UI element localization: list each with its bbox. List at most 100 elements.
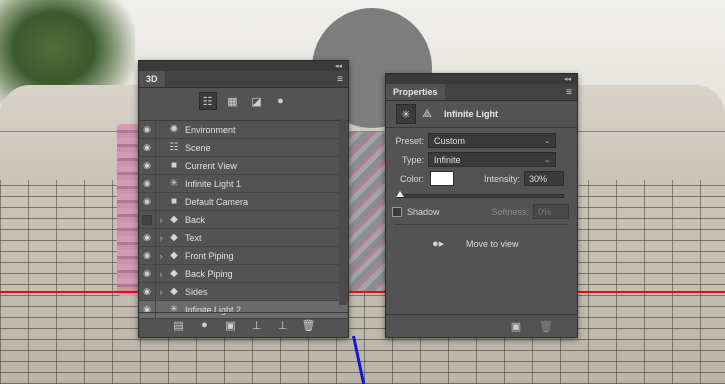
visibility-eye-icon[interactable]: ◉ — [139, 265, 156, 282]
render-icon[interactable]: ▤ — [172, 319, 186, 332]
intensity-label: Intensity: — [484, 173, 521, 184]
chevron-right-icon[interactable]: › — [156, 215, 166, 225]
slider-thumb[interactable] — [396, 191, 404, 197]
layer-name: Current View — [185, 160, 237, 171]
layer-row[interactable]: ◉ › ◆ Text — [139, 229, 348, 247]
mesh-filter-icon[interactable]: ▦ — [225, 93, 241, 109]
panel-tabbar: Properties ≡ — [386, 84, 577, 101]
move-to-ground-icon[interactable]: ⊥ — [250, 319, 264, 332]
intensity-slider[interactable] — [396, 191, 564, 198]
shadow-checkbox[interactable] — [392, 206, 402, 217]
chevron-right-icon[interactable]: › — [156, 287, 166, 297]
visibility-eye-icon[interactable]: ◉ — [139, 283, 156, 300]
chevron-right-icon[interactable]: › — [156, 233, 166, 243]
new-mesh-icon[interactable]: ▣ — [224, 319, 238, 332]
3d-letter-object[interactable] — [344, 132, 386, 292]
tab-3d[interactable]: 3D — [139, 71, 165, 87]
collapse-icon[interactable]: ◂◂ — [335, 62, 342, 70]
visibility-eye-icon[interactable]: ◉ — [139, 193, 156, 210]
color-intensity-row: Color: Intensity: 30% — [386, 170, 577, 187]
layer-name: Default Camera — [185, 196, 249, 207]
layer-name: Text — [185, 232, 202, 243]
panel-title-strip[interactable]: ◂◂ — [139, 61, 348, 71]
collapse-icon[interactable]: ◂◂ — [564, 75, 571, 83]
3d-layer-list: ◉ ✺ Environment ◉ ☷ Scene ◉ ■ Current View ◉ ✳ Infi… — [139, 120, 348, 319]
x-axis-line — [0, 291, 725, 293]
3d-panel: ◂◂ 3D ≡ ☷ ▦ ◪ ● ◉ ✺ Environment ◉ ☷ Scene ◉ ■ Curre… — [138, 60, 349, 338]
coordinates-icon[interactable]: ⟁ — [418, 105, 436, 123]
render-icon[interactable]: ▣ — [509, 320, 523, 333]
layer-row[interactable]: ◉ ✺ Environment — [139, 121, 348, 139]
divider — [394, 224, 569, 225]
layer-row[interactable]: ◉ ✳ Infinite Light 1 — [139, 175, 348, 193]
move-to-view-icon[interactable]: ●▸ — [432, 237, 454, 250]
light-filter-icon[interactable]: ● — [273, 93, 289, 109]
layer-row[interactable]: ◉ ■ Default Camera — [139, 193, 348, 211]
scene-icon: ☷ — [169, 142, 179, 153]
layer-row[interactable]: › ◆ Back — [139, 211, 348, 229]
properties-header: ✳ ⟁ Infinite Light — [386, 101, 577, 128]
panel-tabbar: 3D ≡ — [139, 71, 348, 88]
layer-name: Back Piping — [185, 268, 233, 279]
mesh-icon: ◆ — [170, 250, 178, 261]
trash-icon[interactable]: 🗑 — [539, 320, 553, 333]
move-to-view-row[interactable]: ●▸ Move to view — [386, 237, 577, 250]
type-row: Type: Infinite ⌄ — [386, 151, 577, 168]
panel-menu-icon[interactable]: ≡ — [561, 84, 577, 100]
scrollbar[interactable] — [339, 119, 347, 305]
infinite-light-icon: ✳ — [169, 178, 179, 189]
softness-input[interactable]: 0% — [533, 204, 570, 219]
preset-row: Preset: Custom ⌄ — [386, 132, 577, 149]
visibility-eye-icon[interactable]: ◉ — [139, 121, 156, 138]
layer-row[interactable]: ◉ ☷ Scene — [139, 139, 348, 157]
visibility-eye-icon[interactable]: ◉ — [139, 175, 156, 192]
properties-panel: ◂◂ Properties ≡ ✳ ⟁ Infinite Light Prese… — [385, 73, 578, 338]
chevron-right-icon[interactable]: › — [156, 269, 166, 279]
visibility-eye-icon[interactable]: ◉ — [139, 157, 156, 174]
layer-name: Back — [185, 214, 206, 225]
properties-footer: ▣ 🗑 — [386, 314, 577, 337]
add-light-icon[interactable]: ● — [198, 319, 212, 331]
move-to-view-label[interactable]: Move to view — [466, 239, 519, 249]
camera-icon: ■ — [170, 160, 178, 171]
layer-row[interactable]: ◉ › ◆ Front Piping — [139, 247, 348, 265]
layer-name: Front Piping — [185, 250, 234, 261]
type-value: Infinite — [434, 154, 461, 165]
intensity-input[interactable]: 30% — [524, 171, 565, 186]
trash-icon[interactable]: 🗑 — [302, 319, 316, 332]
properties-title: Infinite Light — [444, 109, 498, 119]
color-label: Color: — [399, 173, 424, 184]
shadow-label: Shadow — [407, 206, 440, 217]
light-color-swatch[interactable] — [430, 171, 454, 186]
layer-row[interactable]: ◉ ■ Current View — [139, 157, 348, 175]
slider-track[interactable] — [396, 194, 564, 198]
softness-label: Softness: — [491, 206, 530, 217]
3d-filter-toolbar: ☷ ▦ ◪ ● — [139, 88, 348, 114]
preset-label: Preset: — [395, 135, 424, 146]
chevron-down-icon: ⌄ — [544, 156, 550, 164]
layer-row[interactable]: ◉ › ◆ Back Piping — [139, 265, 348, 283]
tab-properties[interactable]: Properties — [386, 84, 445, 100]
visibility-eye-icon[interactable]: ◉ — [139, 247, 156, 264]
preset-value: Custom — [434, 135, 466, 146]
mesh-icon: ◆ — [170, 286, 178, 297]
light-properties-icon[interactable]: ✳ — [396, 104, 416, 124]
visibility-eye-icon[interactable]: ◉ — [139, 139, 156, 156]
chevron-right-icon[interactable]: › — [156, 251, 166, 261]
preset-select[interactable]: Custom ⌄ — [428, 133, 556, 148]
layer-row[interactable]: ◉ › ◆ Sides — [139, 283, 348, 301]
type-label: Type: — [401, 154, 424, 165]
panel-title-strip[interactable]: ◂◂ — [386, 74, 577, 84]
scene-filter-icon[interactable]: ☷ — [198, 92, 217, 110]
type-select[interactable]: Infinite ⌄ — [428, 152, 556, 167]
visibility-eye-icon[interactable]: ◉ — [139, 229, 156, 246]
layer-name: Scene — [185, 142, 211, 153]
move-to-view-icon[interactable]: ⊥ — [276, 319, 290, 332]
chevron-down-icon: ⌄ — [544, 137, 550, 145]
environment-icon: ✺ — [169, 124, 179, 135]
layer-name: Sides — [185, 286, 208, 297]
panel-menu-icon[interactable]: ≡ — [332, 71, 348, 87]
visibility-eye-icon[interactable] — [139, 211, 156, 228]
material-filter-icon[interactable]: ◪ — [249, 93, 265, 109]
mesh-icon: ◆ — [170, 214, 178, 225]
